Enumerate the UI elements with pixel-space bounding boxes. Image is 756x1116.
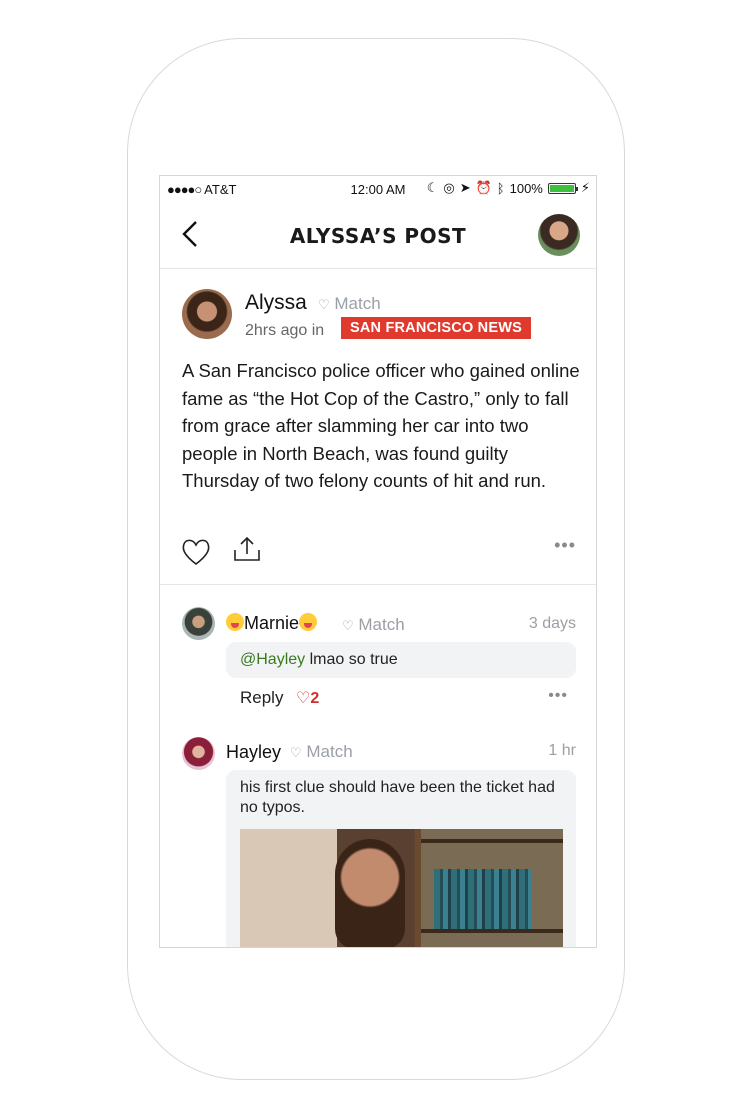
- bookshelf: [420, 929, 563, 933]
- channel-badge[interactable]: SAN FRANCISCO NEWS: [341, 317, 531, 339]
- alarm-icon: ⏰: [475, 180, 492, 195]
- post-body: A San Francisco police officer who gaine…: [182, 360, 580, 491]
- post-match-button[interactable]: ♡ Match: [318, 294, 381, 314]
- bluetooth-icon: ᛒ: [496, 180, 505, 196]
- nav-bar: ALYSSA’S POST: [160, 202, 596, 269]
- books: [433, 869, 531, 929]
- comment-time: 1 hr: [548, 742, 576, 759]
- moon-icon: ☾: [426, 180, 439, 195]
- reply-button[interactable]: Reply: [240, 688, 283, 708]
- comment-more-button[interactable]: •••: [548, 687, 568, 705]
- comment-match-button[interactable]: ♡ Match: [342, 615, 405, 635]
- man-figure: [335, 839, 405, 947]
- battery-icon: [547, 182, 578, 194]
- post: Alyssa ♡ Match 2hrs ago in SAN FRANCISCO…: [160, 269, 596, 585]
- battery-percent: 100%: [509, 180, 543, 196]
- status-right: ☾ ◎ ➤ ⏰ ᛒ 100% ⚡: [427, 180, 590, 196]
- comment-author-name[interactable]: Hayley: [226, 742, 281, 763]
- comment-author-avatar[interactable]: [182, 737, 215, 770]
- like-heart-icon[interactable]: [180, 537, 212, 567]
- share-icon[interactable]: [232, 534, 262, 564]
- charging-icon: ⚡: [580, 180, 590, 195]
- post-more-button[interactable]: •••: [554, 535, 576, 556]
- post-author-avatar[interactable]: [182, 289, 232, 339]
- zany-face-emoji-icon: [299, 613, 318, 631]
- heart-outline-icon: ♡: [296, 690, 311, 707]
- page-title: ALYSSA’S POST: [289, 224, 467, 248]
- status-bar: ●●●●○ AT&T 12:00 AM ☾ ◎ ➤ ⏰ ᛒ 100% ⚡: [160, 176, 596, 202]
- comment-match-button[interactable]: ♡ Match: [290, 742, 353, 762]
- comment-like-button[interactable]: ♡2: [296, 688, 319, 708]
- comment-hayley: Hayley ♡ Match 1 hr his first clue shoul…: [160, 734, 596, 947]
- comment-marnie: Marnie ♡ Match 3 days @Hayley lmao so tr…: [160, 585, 596, 735]
- post-author-name[interactable]: Alyssa: [245, 291, 307, 315]
- heart-outline-icon: ♡: [318, 297, 330, 312]
- bookshelf: [420, 839, 563, 843]
- lock-rotation-icon: ◎: [443, 180, 455, 195]
- zany-face-emoji-icon: [226, 613, 244, 631]
- comment-author-avatar[interactable]: [182, 607, 215, 640]
- post-time: 2hrs ago in: [245, 322, 325, 339]
- comment-bubble: @Hayley lmao so true: [226, 642, 576, 678]
- comment-author-name[interactable]: Marnie: [226, 613, 318, 634]
- heart-outline-icon: ♡: [290, 745, 302, 760]
- gif-image[interactable]: [240, 829, 563, 947]
- profile-avatar[interactable]: [538, 214, 580, 256]
- heart-outline-icon: ♡: [342, 618, 354, 633]
- phone-screen: ●●●●○ AT&T 12:00 AM ☾ ◎ ➤ ⏰ ᛒ 100% ⚡ ALY…: [159, 175, 597, 948]
- comment-time: 3 days: [528, 615, 576, 632]
- mention-link[interactable]: @Hayley: [240, 651, 305, 668]
- location-icon: ➤: [459, 180, 471, 195]
